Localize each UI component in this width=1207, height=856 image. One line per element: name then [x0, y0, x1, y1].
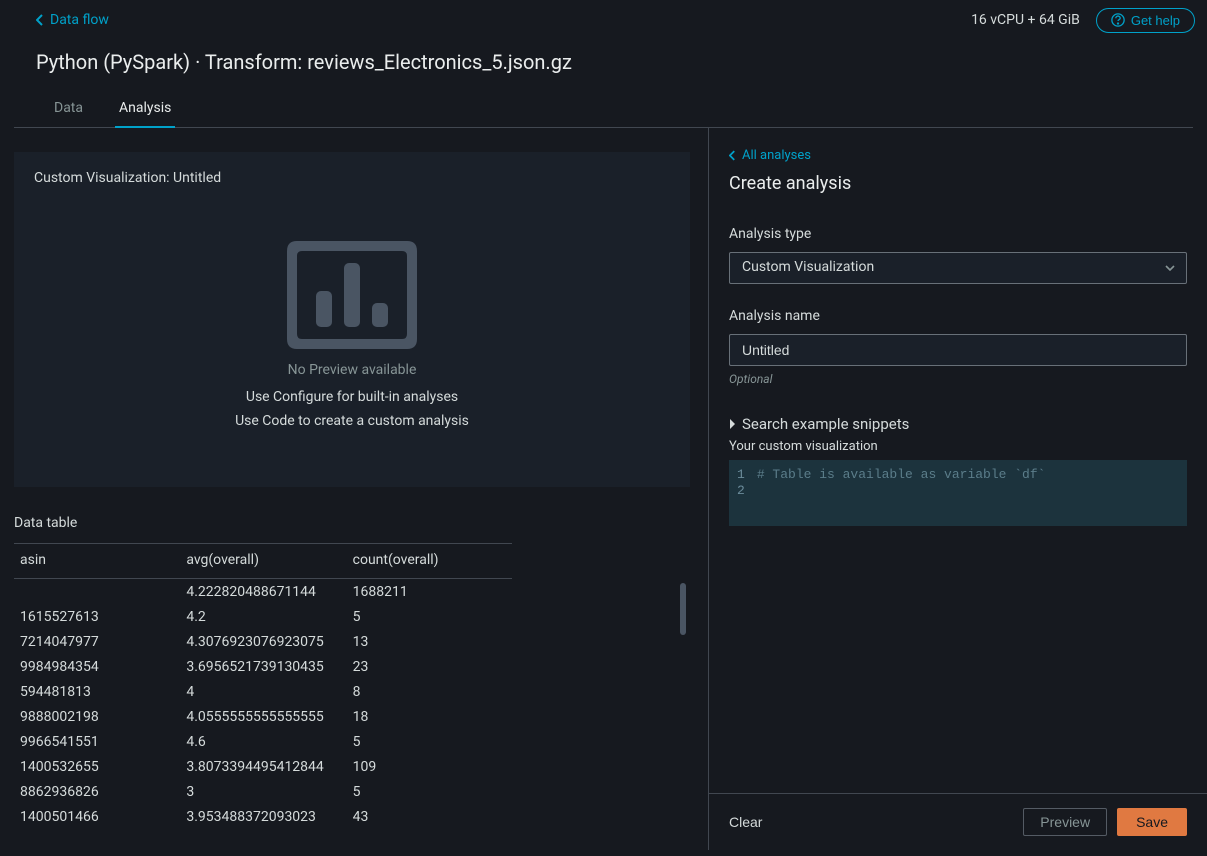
help-icon [1111, 13, 1125, 27]
table-row: 99849843543.695652173913043523 [14, 654, 512, 679]
get-help-button[interactable]: Get help [1096, 8, 1195, 33]
no-preview-text: No Preview available [288, 362, 417, 378]
preview-panel: Custom Visualization: Untitled No Previe… [14, 152, 690, 487]
table-cell: 1615527613 [14, 604, 180, 629]
preview-body: No Preview available Use Configure for b… [34, 196, 670, 473]
table-cell: 13 [347, 629, 512, 654]
table-cell: 1400532655 [14, 754, 180, 779]
bar-chart-icon [287, 236, 417, 354]
table-cell: 3.6956521739130435 [180, 654, 346, 679]
caret-right-icon [729, 419, 736, 429]
save-button[interactable]: Save [1117, 808, 1187, 836]
back-data-flow-link[interactable]: Data flow [36, 12, 109, 28]
help-label: Get help [1131, 13, 1180, 28]
data-table-label: Data table [14, 515, 690, 531]
table-cell: 9984984354 [14, 654, 180, 679]
table-cell: 8862936826 [14, 779, 180, 804]
table-cell: 4.0555555555555555 [180, 704, 346, 729]
table-cell: 5 [347, 729, 512, 754]
table-cell: 18 [347, 704, 512, 729]
table-cell: 5 [347, 604, 512, 629]
content: Custom Visualization: Untitled No Previe… [0, 128, 1207, 850]
back-label: Data flow [50, 12, 109, 28]
data-table: asin avg(overall) count(overall) 4.22282… [14, 543, 512, 829]
preview-button[interactable]: Preview [1023, 808, 1107, 836]
analysis-type-select[interactable]: Custom Visualization [729, 252, 1187, 284]
table-row: 59448181348 [14, 679, 512, 704]
table-cell: 4.2 [180, 604, 346, 629]
compute-label: 16 vCPU + 64 GiB [971, 12, 1080, 28]
analysis-name-label: Analysis name [729, 308, 1187, 324]
table-cell: 8 [347, 679, 512, 704]
table-cell: 1688211 [347, 579, 512, 605]
table-cell: 4 [180, 679, 346, 704]
table-row: 16155276134.25 [14, 604, 512, 629]
table-cell: 3 [180, 779, 346, 804]
table-row: 99665415514.65 [14, 729, 512, 754]
top-bar: Data flow 16 vCPU + 64 GiB Get help [0, 0, 1207, 40]
table-row: 72140479774.307692307692307513 [14, 629, 512, 654]
scrollbar-thumb[interactable] [680, 583, 686, 635]
preview-hint-2: Use Code to create a custom analysis [235, 410, 469, 434]
table-cell: 3.953488372093023 [180, 804, 346, 829]
optional-hint: Optional [729, 372, 1187, 386]
create-analysis-title: Create analysis [729, 173, 1187, 194]
table-cell: 4.6 [180, 729, 346, 754]
left-column: Custom Visualization: Untitled No Previe… [0, 128, 708, 850]
table-cell: 109 [347, 754, 512, 779]
table-row: 14005326553.8073394495412844109 [14, 754, 512, 779]
col-asin: asin [14, 544, 180, 579]
analysis-type-label: Analysis type [729, 226, 1187, 242]
table-cell: 9888002198 [14, 704, 180, 729]
preview-panel-title: Custom Visualization: Untitled [34, 170, 670, 186]
table-row: 886293682635 [14, 779, 512, 804]
chevron-left-icon [36, 14, 44, 26]
table-cell [14, 579, 180, 605]
table-cell: 594481813 [14, 679, 180, 704]
table-row: 14005014663.95348837209302343 [14, 804, 512, 829]
col-count: count(overall) [347, 544, 512, 579]
code-content: # Table is available as variable `df` [753, 460, 1187, 526]
col-avg: avg(overall) [180, 544, 346, 579]
right-column: All analyses Create analysis Analysis ty… [708, 128, 1207, 850]
clear-button[interactable]: Clear [729, 814, 762, 830]
analysis-type-select-wrap: Custom Visualization [729, 252, 1187, 284]
tab-data[interactable]: Data [50, 92, 87, 128]
all-analyses-label: All analyses [742, 148, 811, 163]
table-header-row: asin avg(overall) count(overall) [14, 544, 512, 579]
tabs: Data Analysis [14, 92, 1193, 128]
tab-analysis[interactable]: Analysis [115, 92, 175, 128]
table-cell: 4.3076923076923075 [180, 629, 346, 654]
preview-hint-1: Use Configure for built-in analyses [246, 386, 458, 410]
right-panel-top: All analyses Create analysis Analysis ty… [709, 128, 1207, 793]
code-editor[interactable]: 12 # Table is available as variable `df` [729, 460, 1187, 526]
right-footer: Clear Preview Save [709, 793, 1207, 850]
top-right: 16 vCPU + 64 GiB Get help [971, 8, 1195, 33]
table-cell: 3.8073394495412844 [180, 754, 346, 779]
all-analyses-link[interactable]: All analyses [729, 148, 811, 163]
table-cell: 5 [347, 779, 512, 804]
custom-viz-label: Your custom visualization [729, 439, 1187, 454]
table-cell: 7214047977 [14, 629, 180, 654]
footer-right: Preview Save [1023, 808, 1187, 836]
table-cell: 4.222820488671144 [180, 579, 346, 605]
table-row: 4.2228204886711441688211 [14, 579, 512, 605]
snippets-toggle[interactable]: Search example snippets [729, 415, 909, 433]
line-numbers: 12 [729, 460, 753, 526]
chevron-left-icon [729, 150, 736, 161]
snippets-label: Search example snippets [742, 415, 909, 433]
table-cell: 9966541551 [14, 729, 180, 754]
page-title: Python (PySpark) · Transform: reviews_El… [0, 40, 1207, 92]
data-table-wrap: asin avg(overall) count(overall) 4.22282… [14, 543, 690, 829]
table-cell: 1400501466 [14, 804, 180, 829]
analysis-name-input[interactable] [729, 334, 1187, 366]
table-cell: 23 [347, 654, 512, 679]
table-cell: 43 [347, 804, 512, 829]
table-row: 98880021984.055555555555555518 [14, 704, 512, 729]
